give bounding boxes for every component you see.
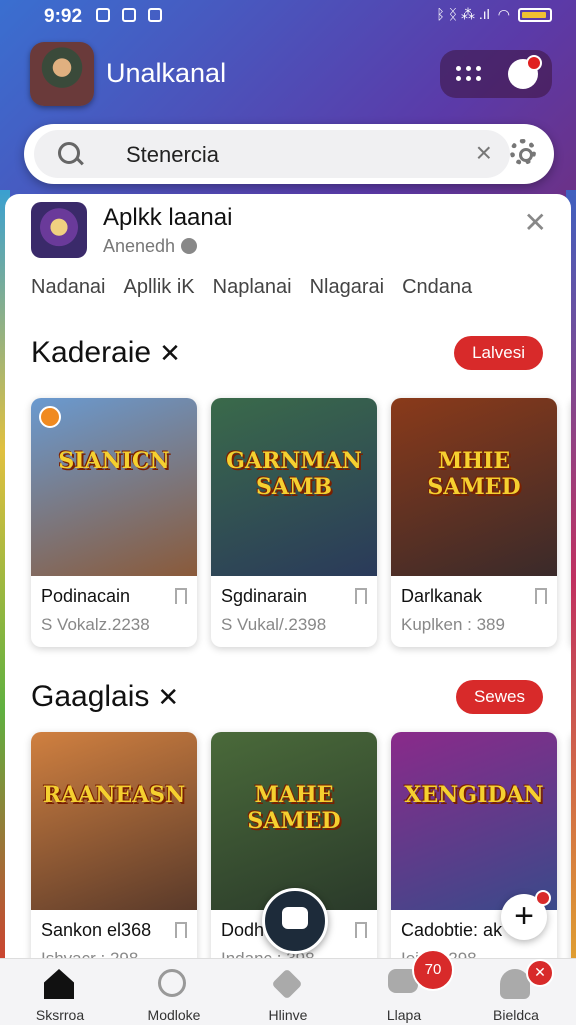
game-card[interactable]: GARNMAN SAMB Sgdinarain S Vukal/.2398 <box>211 398 377 647</box>
bookmark-icon[interactable] <box>535 588 547 609</box>
verified-icon <box>181 238 198 254</box>
status-glyphs: ᛒ ᛝ ⁂ .ıl <box>436 6 490 22</box>
game-art-title: RAANEASN <box>42 782 186 808</box>
section-title-text: Kaderaie <box>31 336 152 369</box>
badge-icon <box>39 406 61 428</box>
featured-title[interactable]: Aplkk laanai <box>103 204 232 232</box>
chip[interactable]: Nlagarai <box>310 276 384 299</box>
notification-icon <box>122 8 136 22</box>
nav-label: Bieldca <box>493 1007 539 1023</box>
game-art: SIANICN <box>31 398 197 576</box>
game-subtitle: Kuplken : 389 <box>401 615 505 634</box>
nav-item-llapa[interactable]: Llapa 70 <box>354 949 454 1025</box>
section-action-button[interactable]: Sewes <box>455 680 543 714</box>
sparkle-icon: ✕ <box>157 682 180 712</box>
app-avatar[interactable] <box>30 42 94 106</box>
app-title: Unalkanal <box>106 58 227 88</box>
nav-item-search[interactable]: Modloke <box>124 959 224 1025</box>
search-icon <box>158 969 186 997</box>
nav-item-home[interactable]: Sksrroa <box>10 959 110 1025</box>
chip[interactable]: Apllik iK <box>124 276 195 299</box>
notification-icon <box>148 8 162 22</box>
game-art-title: MAHE SAMED <box>247 782 341 834</box>
game-card[interactable]: RAANEASN Sankon el368 Ishvacr : 298 <box>31 732 197 981</box>
game-title: Sgdinarain <box>221 586 308 606</box>
nav-item-bieldca[interactable]: Bieldca ✕ <box>466 959 566 1025</box>
game-card[interactable]: SIANICN Podinacain S Vokalz.2238 <box>31 398 197 647</box>
featured-subtitle-text: Anenedh <box>103 236 176 256</box>
bookmark-icon[interactable] <box>175 588 187 609</box>
center-action-button[interactable] <box>262 888 328 954</box>
game-title: Sankon el368 <box>41 920 152 940</box>
home-icon <box>44 969 74 999</box>
game-art: XENGIDAN <box>391 732 557 910</box>
nav-label: Sksrroa <box>35 1007 85 1023</box>
featured-app-icon[interactable] <box>31 202 87 258</box>
game-card[interactable]: XENGIDAN Cadobtie: ak Ieira : 298 <box>391 732 557 981</box>
clear-icon[interactable]: × <box>476 139 492 167</box>
search-bar: Stenercia × <box>24 124 554 184</box>
section-action-button[interactable]: Lalvesi <box>454 336 543 370</box>
wifi-icon: ◠ <box>497 6 510 22</box>
category-chips: Nadanai Apllik iK Naplanai Nlagarai Cnda… <box>31 276 472 299</box>
bookmark-icon[interactable] <box>175 922 187 943</box>
game-title: Darlkanak <box>401 586 483 606</box>
diamond-icon <box>271 968 303 1000</box>
bookmark-icon[interactable] <box>355 588 367 609</box>
status-time: 9:92 <box>44 6 83 27</box>
game-subtitle: S Vukal/.2398 <box>221 615 327 634</box>
card-row: SIANICN Podinacain S Vokalz.2238 GARNMAN… <box>31 398 571 647</box>
status-indicators: ᛒ ᛝ ⁂ .ıl ◠ <box>436 6 552 23</box>
game-art: MHIE SAMED <box>391 398 557 576</box>
game-art-title: SIANICN <box>58 448 170 474</box>
game-art-title: GARNMAN SAMB <box>226 448 362 500</box>
game-subtitle: S Vokalz.2238 <box>41 615 150 634</box>
game-art: MAHE SAMED <box>211 732 377 910</box>
battery-icon <box>518 7 552 22</box>
bottom-nav: Sksrroa Modloke Hlinve Llapa 70 Bieldca … <box>0 949 576 1025</box>
featured-subtitle: Anenedh <box>103 236 198 257</box>
game-title: Podinacain <box>41 586 131 606</box>
section-title: Kaderaie ✕ <box>31 336 181 370</box>
profile-button[interactable] <box>508 55 542 89</box>
game-card[interactable]: MHIE SAMED Darlkanak Kuplken : 389 <box>391 398 557 647</box>
chip[interactable]: Nadanai <box>31 276 106 299</box>
game-art-title: XENGIDAN <box>404 782 544 808</box>
search-input[interactable]: Stenercia <box>126 142 219 168</box>
search-icon <box>58 142 80 164</box>
sparkle-icon: ✕ <box>159 338 181 368</box>
game-art-title: MHIE SAMED <box>427 448 521 500</box>
section-title-text: Gaaglais <box>31 680 150 713</box>
section-title: Gaaglais ✕ <box>31 680 179 714</box>
status-bar: 9:92 ᛒ ᛝ ⁂ .ıl ◠ <box>0 0 576 34</box>
bookmark-icon[interactable] <box>355 922 367 943</box>
nav-item-hlinve[interactable]: Hlinve <box>238 959 338 1025</box>
nav-label: Llapa <box>386 1007 422 1023</box>
gear-icon[interactable] <box>510 139 536 165</box>
notification-badge: ✕ <box>526 959 554 987</box>
game-art: GARNMAN SAMB <box>211 398 377 576</box>
chip[interactable]: Naplanai <box>213 276 292 299</box>
nav-label: Modloke <box>147 1007 201 1023</box>
chip[interactable]: Cndana <box>402 276 472 299</box>
header-actions <box>440 50 552 98</box>
search-field[interactable]: Stenercia × <box>34 130 510 178</box>
nav-label: Hlinve <box>268 1007 308 1023</box>
add-button[interactable]: + <box>501 890 551 940</box>
notification-icon <box>96 8 110 22</box>
close-icon[interactable]: ✕ <box>524 206 547 239</box>
notification-badge: 70 <box>412 949 454 991</box>
apps-grid-icon[interactable] <box>456 66 482 82</box>
game-art: RAANEASN <box>31 732 197 910</box>
